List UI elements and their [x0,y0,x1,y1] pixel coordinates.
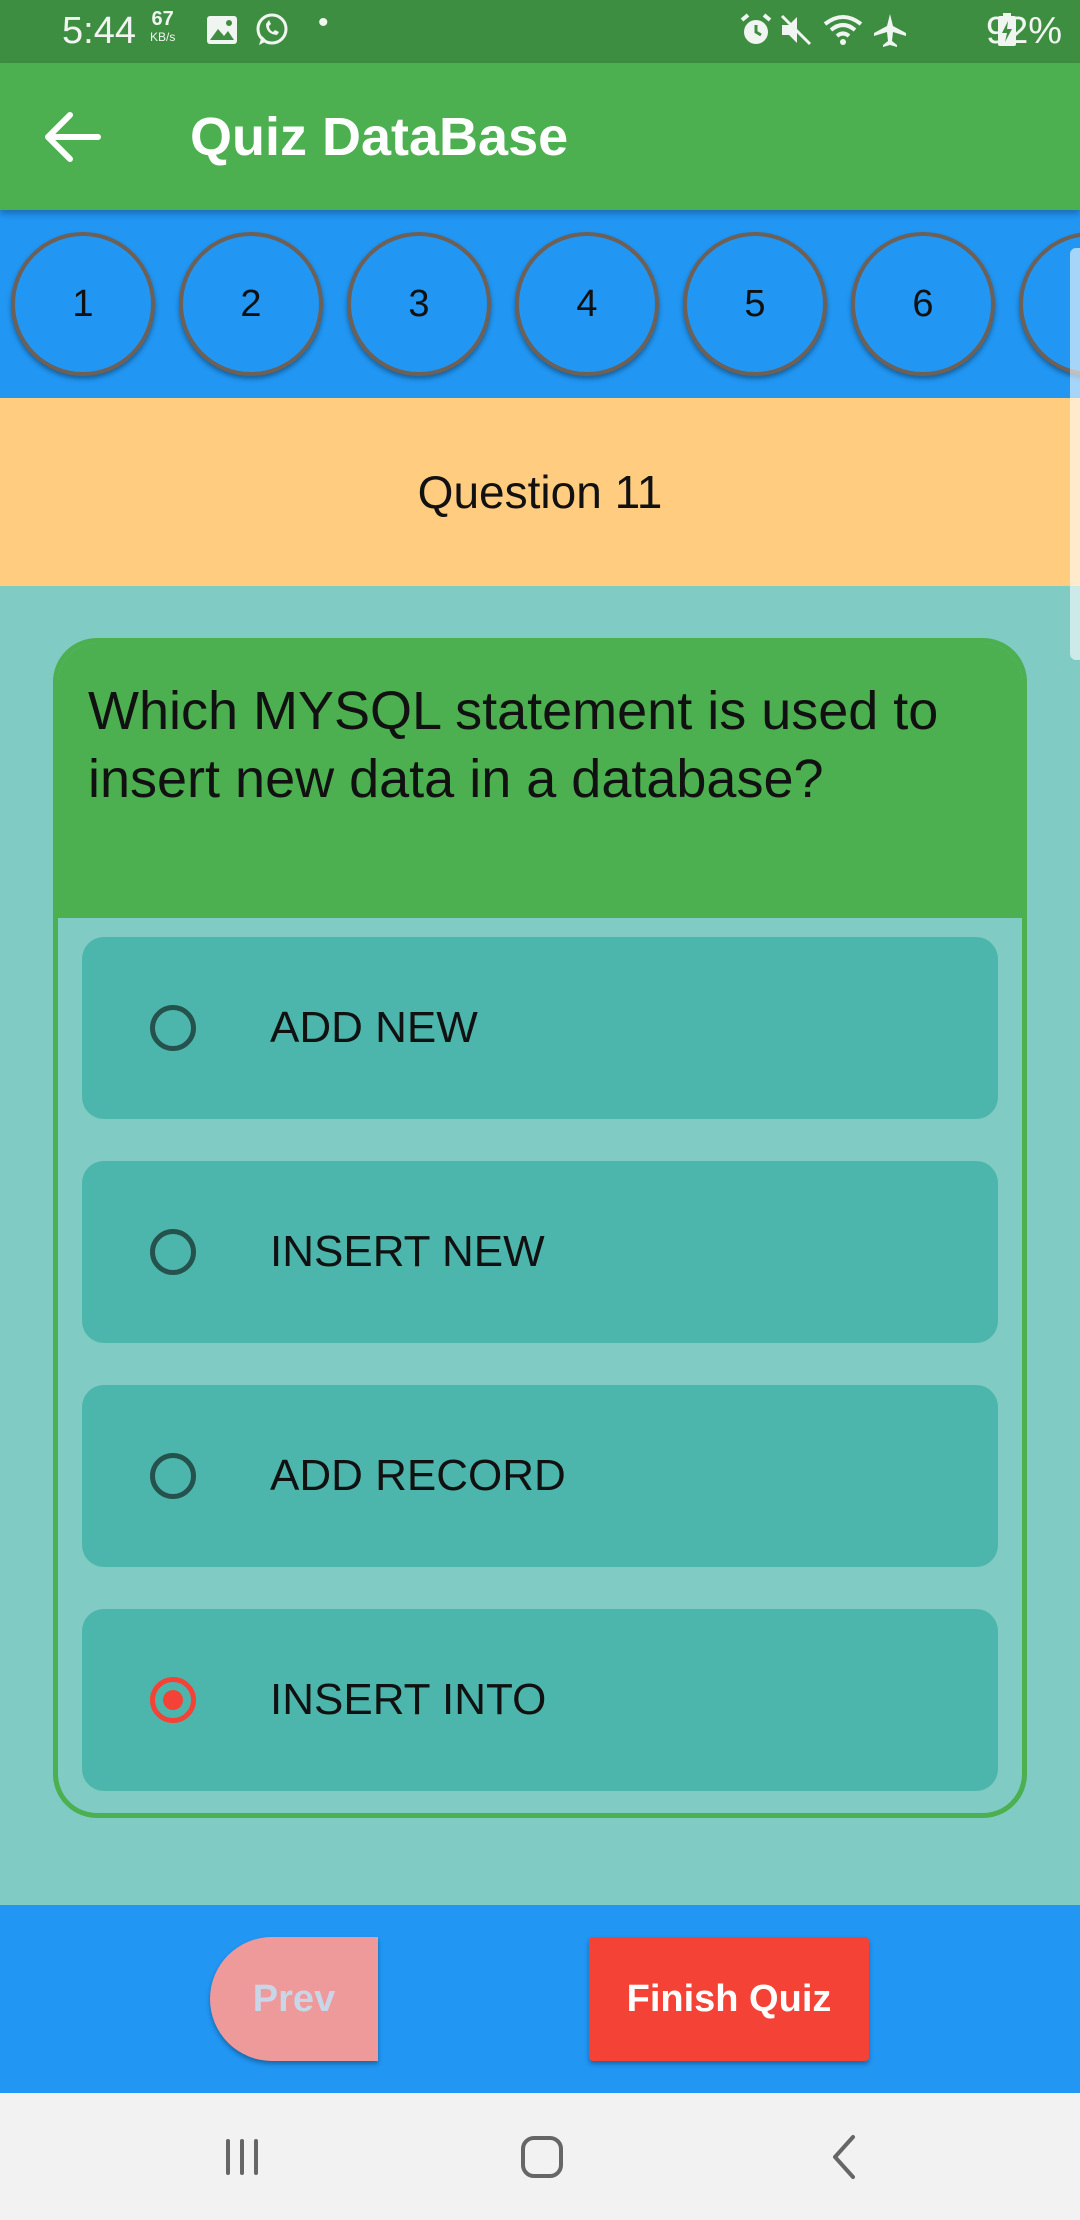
radio-button[interactable] [150,1453,196,1499]
scrollbar-thumb[interactable] [1070,248,1080,660]
radio-button-selected[interactable] [150,1677,196,1723]
question-number-button[interactable]: 2 [179,232,323,376]
gallery-icon [207,16,237,44]
page-title: Quiz DataBase [190,107,569,167]
answer-option-selected[interactable]: INSERT INTO [82,1609,998,1791]
back-arrow-icon[interactable] [40,107,106,167]
question-number-button[interactable]: 6 [851,232,995,376]
status-time: 5:44 [62,10,136,52]
question-text: Which MYSQL statement is used to insert … [58,643,1022,918]
notification-dot: • [318,6,329,39]
answer-option-label: INSERT NEW [270,1227,545,1276]
radio-button[interactable] [150,1229,196,1275]
network-speed-unit: KB/s [150,30,176,44]
question-number-button[interactable]: 1 [11,232,155,376]
answer-option-label: INSERT INTO [270,1675,547,1724]
wifi-icon [823,15,863,45]
bottom-action-bar: Prev Finish Quiz [0,1905,1080,2093]
network-speed-value: 67 [151,8,174,30]
answer-option-label: ADD NEW [270,1003,478,1052]
answer-option[interactable]: ADD RECORD [82,1385,998,1567]
airplane-mode-icon [874,14,906,47]
app-bar: Quiz DataBase [0,63,1080,210]
network-speed: 67 KB/s [150,8,176,46]
question-number-button[interactable]: 5 [683,232,827,376]
question-header: Question 11 [0,398,1080,586]
finish-quiz-button[interactable]: Finish Quiz [589,1937,869,2061]
question-number-button[interactable]: 3 [347,232,491,376]
radio-button[interactable] [150,1005,196,1051]
question-number-button[interactable]: 4 [515,232,659,376]
alarm-icon [740,13,772,44]
whatsapp-icon [256,13,288,45]
answer-option-label: ADD RECORD [270,1451,566,1500]
battery-charging-icon [998,13,1016,46]
system-navigation-bar [0,2093,1080,2220]
question-number-strip[interactable]: 1 2 3 4 5 6 [0,210,1080,398]
recent-apps-icon[interactable] [212,2127,272,2187]
answer-option[interactable]: INSERT NEW [82,1161,998,1343]
home-icon[interactable] [512,2127,572,2187]
answer-option[interactable]: ADD NEW [82,937,998,1119]
status-bar: 5:44 67 KB/s • 92% [0,0,1080,63]
question-card: Which MYSQL statement is used to insert … [53,638,1027,1818]
mute-icon [780,14,812,46]
prev-button[interactable]: Prev [210,1937,378,2061]
back-icon[interactable] [815,2127,875,2187]
